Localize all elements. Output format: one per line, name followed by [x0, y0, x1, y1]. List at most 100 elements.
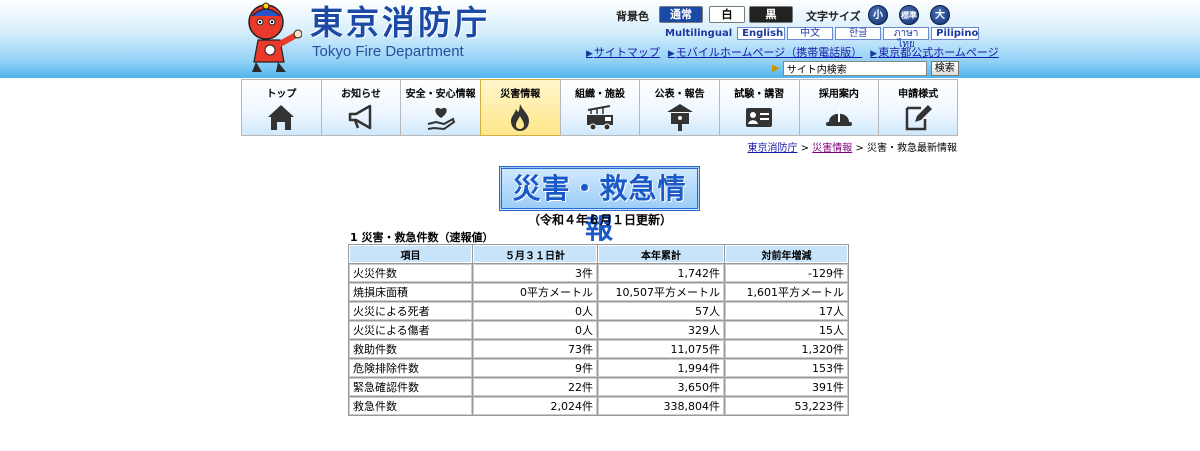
breadcrumb-current: 災害・救急最新情報	[867, 143, 957, 154]
cell-value: 1,994件	[598, 359, 724, 377]
fire-truck-icon	[586, 105, 613, 131]
column-header: 対前年増減	[725, 245, 848, 263]
helmet-icon	[825, 109, 852, 126]
nav-item-organization[interactable]: 組織・施設	[559, 79, 640, 136]
cell-value: 73件	[473, 340, 597, 358]
nav-label: 組織・施設	[574, 89, 625, 100]
bg-normal-button[interactable]: 通常	[659, 6, 703, 23]
edit-form-icon	[905, 105, 933, 131]
table-row: 焼損床面積 0平方メートル 10,507平方メートル 1,601平方メートル	[349, 283, 848, 301]
id-card-icon	[746, 108, 773, 127]
cell-value: 57人	[598, 302, 724, 320]
cell-value: 53,223件	[725, 397, 848, 415]
nav-label: お知らせ	[341, 89, 381, 100]
cell-value: 11,075件	[598, 340, 724, 358]
nav-item-exam[interactable]: 試験・講習	[718, 79, 799, 136]
table-row: 救助件数 73件 11,075件 1,320件	[349, 340, 848, 358]
nav-item-top[interactable]: トップ	[241, 79, 321, 136]
lang-thai-link[interactable]: ภาษาไทย	[883, 27, 930, 50]
notice-board-icon	[666, 104, 693, 131]
nav-label: 申請様式	[898, 89, 939, 100]
stats-table: 項目 ５月３１日計 本年累計 対前年増減 火災件数 3件 1,742件 -129…	[348, 244, 849, 416]
header: 東京消防庁 Tokyo Fire Department 背景色 通常 白 黒 文…	[240, 0, 999, 78]
table-row: 危険排除件数 9件 1,994件 153件	[349, 359, 848, 377]
header-links: ▶サイトマップ ▶モバイルホームページ（携帯電話版） ▶東京都公式ホームページ	[578, 44, 999, 60]
lang-korean-link[interactable]: 한글	[835, 27, 882, 40]
cell-value: 17人	[725, 302, 848, 320]
row-label: 危険排除件数	[349, 359, 472, 377]
bg-black-button[interactable]: 黒	[749, 6, 793, 23]
megaphone-icon	[348, 104, 372, 130]
arrow-icon: ▶	[586, 49, 593, 59]
nav-label: 公表・報告	[654, 89, 705, 100]
mobile-site-link[interactable]: ▶モバイルホームページ（携帯電話版）	[668, 44, 862, 60]
nav-label: トップ	[266, 89, 297, 100]
table-header-row: 項目 ５月３１日計 本年累計 対前年増減	[349, 245, 848, 263]
nav-item-disaster[interactable]: 災害情報	[479, 79, 560, 136]
font-size-label: 文字サイズ	[806, 10, 861, 23]
update-note: （令和４年６月１日更新）	[527, 213, 672, 227]
cell-value: 0平方メートル	[473, 283, 597, 301]
lang-pilipino-link[interactable]: Pilipino	[931, 27, 980, 40]
row-label: 火災による死者	[349, 302, 472, 320]
table-row: 火災件数 3件 1,742件 -129件	[349, 264, 848, 282]
breadcrumb: 東京消防庁 > 災害情報 > 災害・救急最新情報	[747, 143, 958, 154]
heart-hand-icon	[427, 107, 455, 131]
arrow-icon: ▶	[870, 49, 878, 59]
cell-value: 391件	[725, 378, 848, 396]
cell-value: 1,601平方メートル	[725, 283, 848, 301]
site-title[interactable]: 東京消防庁	[310, 4, 490, 42]
search-input[interactable]	[782, 61, 927, 76]
house-icon	[268, 105, 295, 130]
cell-value: 153件	[725, 359, 848, 377]
section-heading: 1 災害・救急件数（速報値）	[350, 231, 494, 244]
table-row: 火災による死者 0人 57人 17人	[349, 302, 848, 320]
table-row: 緊急確認件数 22件 3,650件 391件	[349, 378, 848, 396]
breadcrumb-home-link[interactable]: 東京消防庁	[748, 143, 798, 154]
bg-white-button[interactable]: 白	[709, 6, 745, 23]
site-title-en[interactable]: Tokyo Fire Department	[312, 43, 464, 60]
cell-value: 338,804件	[598, 397, 724, 415]
nav-item-forms[interactable]: 申請様式	[878, 79, 958, 136]
nav-item-safety[interactable]: 安全・安心情報	[400, 79, 480, 136]
table-row: 火災による傷者 0人 329人 15人	[349, 321, 848, 339]
row-label: 緊急確認件数	[349, 378, 472, 396]
nav-label: 安全・安心情報	[405, 89, 476, 100]
lang-chinese-link[interactable]: 中文	[787, 27, 834, 40]
font-standard-button[interactable]: 標準	[899, 5, 919, 25]
site-search: ▶ 検索	[772, 61, 959, 76]
multilingual-label: Multilingual	[665, 28, 733, 39]
cell-value: 10,507平方メートル	[598, 283, 724, 301]
bg-color-label: 背景色	[616, 10, 649, 23]
nav-item-publication[interactable]: 公表・報告	[639, 79, 719, 136]
language-bar: Multilingual English 中文 한글 ภาษาไทย Pilip…	[665, 27, 980, 50]
font-large-button[interactable]: 大	[930, 5, 950, 25]
nav-label: 採用案内	[818, 89, 859, 100]
nav-item-recruit[interactable]: 採用案内	[798, 79, 879, 136]
tokyo-gov-link[interactable]: ▶東京都公式ホームページ	[870, 44, 998, 60]
row-label: 火災による傷者	[349, 321, 472, 339]
lang-english-link[interactable]: English	[737, 27, 786, 40]
column-header: 項目	[349, 245, 472, 263]
triangle-icon: ▶	[772, 63, 780, 74]
cell-value: 3件	[473, 264, 597, 282]
flame-icon	[511, 104, 530, 131]
cell-value: 3,650件	[598, 378, 724, 396]
row-label: 焼損床面積	[349, 283, 472, 301]
cell-value: 0人	[473, 302, 597, 320]
mascot-logo[interactable]	[240, 0, 302, 76]
table-row: 救急件数 2,024件 338,804件 53,223件	[349, 397, 848, 415]
sitemap-link[interactable]: ▶サイトマップ	[586, 44, 660, 60]
search-button[interactable]: 検索	[930, 61, 959, 76]
font-small-button[interactable]: 小	[868, 5, 888, 25]
cell-value: 15人	[725, 321, 848, 339]
nav-label: 試験・講習	[734, 89, 785, 100]
column-header: 本年累計	[598, 245, 724, 263]
nav-item-news[interactable]: お知らせ	[320, 79, 401, 136]
cell-value: 1,320件	[725, 340, 848, 358]
breadcrumb-section-link[interactable]: 災害情報	[812, 143, 852, 154]
row-label: 救急件数	[349, 397, 472, 415]
column-header: ５月３１日計	[473, 245, 597, 263]
cell-value: 329人	[598, 321, 724, 339]
cell-value: 9件	[473, 359, 597, 377]
